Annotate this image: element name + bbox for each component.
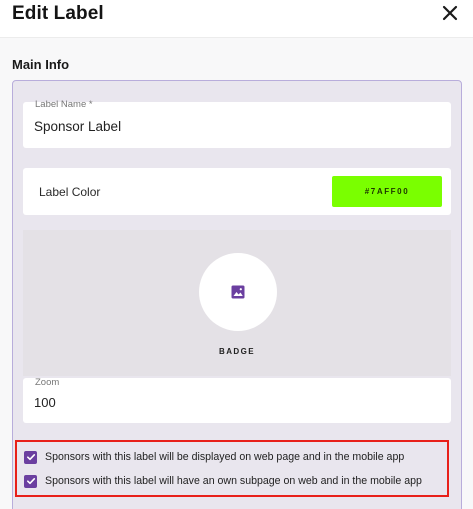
option-label-own-subpage: Sponsors with this label will have an ow… [45,475,422,487]
edit-label-dialog: Edit Label Main Info Label Name * Sponso… [0,0,473,509]
close-icon[interactable] [441,4,459,22]
image-icon [231,285,245,299]
checkmark-icon [26,454,35,461]
zoom-field-label: Zoom [35,377,60,388]
label-name-field[interactable]: Label Name * Sponsor Label [23,99,451,148]
zoom-input[interactable]: 100 [34,395,56,410]
option-label-display-on-web-and-app: Sponsors with this label will be display… [45,451,405,463]
section-title-main-info: Main Info [12,57,70,72]
dialog-title: Edit Label [12,3,104,24]
label-color-label: Label Color [39,185,101,199]
checkbox-own-subpage[interactable] [24,474,37,488]
label-name-field-label: Label Name * [35,99,93,110]
checkmark-icon [26,478,35,485]
checkbox-display-on-web-and-app[interactable] [24,450,37,464]
label-color-row: Label Color #7AFF00 [23,168,451,215]
badge-label: BADGE [219,347,255,356]
badge-upload-area: BADGE [23,230,451,376]
option-display-on-web-and-app[interactable]: Sponsors with this label will be display… [24,448,404,466]
badge-upload-button[interactable] [199,253,277,331]
label-name-input[interactable]: Sponsor Label [34,119,121,134]
zoom-field[interactable]: Zoom 100 [23,377,451,423]
dialog-header: Edit Label [0,0,473,38]
visibility-options-highlight: Sponsors with this label will be display… [15,440,449,497]
label-color-picker-button[interactable]: #7AFF00 [332,176,442,207]
option-own-subpage[interactable]: Sponsors with this label will have an ow… [24,472,422,490]
